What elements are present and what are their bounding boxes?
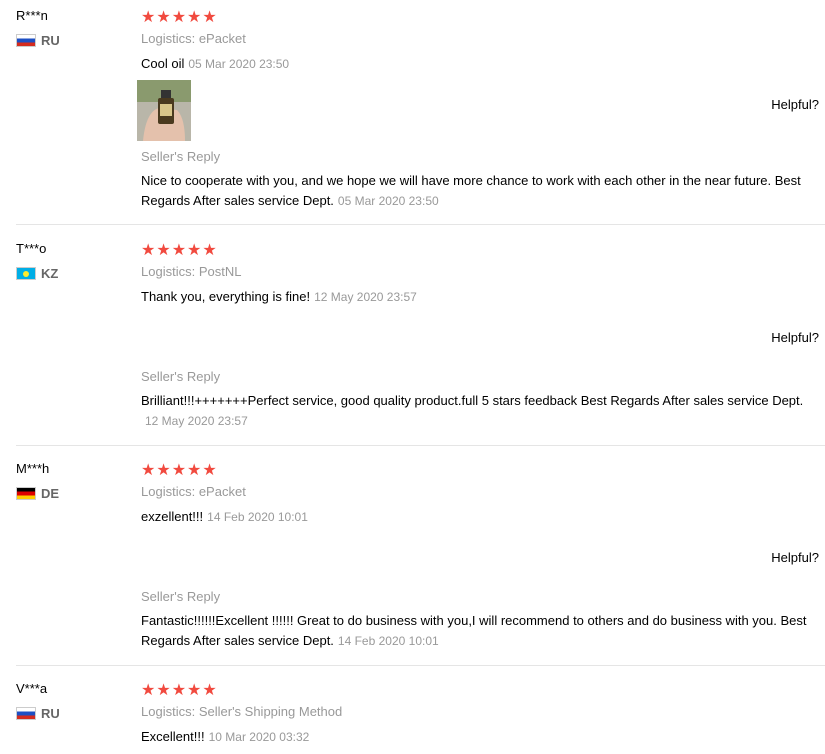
star-icon: ★ [156,462,171,479]
logistics-label: Logistics: [141,484,196,499]
logistics-info: Logistics: Seller's Shipping Method [141,704,342,719]
star-icon: ★ [156,682,171,699]
reply-date: 14 Feb 2020 10:01 [337,634,439,648]
russia-flag-icon [16,34,36,47]
logistics-method: ePacket [198,31,246,46]
reviewer-country: RU [16,706,60,721]
logistics-info: Logistics: ePacket [141,31,246,46]
star-icon: ★ [156,9,171,26]
star-icon: ★ [202,242,217,259]
divider [16,445,825,446]
star-icon: ★ [202,9,217,26]
reviewer-country: RU [16,33,60,48]
reviewer-name: M***h [16,461,50,476]
star-icon: ★ [156,242,171,259]
review-date: 14 Feb 2020 10:01 [207,510,308,524]
reviewer-name: R***n [16,8,48,23]
star-icon: ★ [202,462,217,479]
country-code: DE [41,486,60,501]
seller-reply-text: Nice to cooperate with you, and we hope … [141,173,801,208]
logistics-label: Logistics: [141,31,196,46]
country-code: KZ [41,266,59,281]
helpful-button[interactable]: Helpful? [771,330,819,345]
review-text: Excellent!!! 10 Mar 2020 03:32 [141,729,310,744]
review-date: 12 May 2020 23:57 [314,290,417,304]
star-rating: ★★★★★ [141,680,218,700]
review-item: V***a RU ★★★★★ Logistics: Seller's Shipp… [0,673,825,754]
star-rating: ★★★★★ [141,460,218,480]
logistics-method: PostNL [198,264,242,279]
star-rating: ★★★★★ [141,7,218,27]
logistics-info: Logistics: PostNL [141,264,241,279]
helpful-button[interactable]: Helpful? [771,97,819,112]
review-text: Cool oil 05 Mar 2020 23:50 [141,56,290,71]
seller-reply-text: Fantastic!!!!!!Excellent !!!!!! Great to… [141,613,807,648]
star-icon: ★ [171,462,187,479]
star-icon: ★ [171,9,187,26]
germany-flag-icon [16,487,36,500]
review-text: Thank you, everything is fine! 12 May 202… [141,289,417,304]
star-icon: ★ [141,242,156,259]
reviewer-name: V***a [16,681,48,696]
logistics-label: Logistics: [141,704,196,719]
star-icon: ★ [141,9,156,26]
reviewer-country: KZ [16,266,58,281]
review-date: 10 Mar 2020 03:32 [208,730,310,744]
reply-date: 12 May 2020 23:57 [145,414,248,428]
logistics-label: Logistics: [141,264,196,279]
review-date: 05 Mar 2020 23:50 [188,57,290,71]
review-item: T***o KZ ★★★★★ Logistics: PostNL Thank y… [0,233,825,446]
review-photo-thumbnail[interactable] [137,80,191,141]
review-text: exzellent!!! 14 Feb 2020 10:01 [141,509,308,524]
reply-date: 05 Mar 2020 23:50 [337,194,439,208]
logistics-method: ePacket [198,484,246,499]
reviewer-name: T***o [16,241,47,256]
logistics-method: Seller's Shipping Method [198,704,343,719]
russia-flag-icon [16,707,36,720]
review-item: M***h DE ★★★★★ Logistics: ePacket exzell… [0,453,825,666]
divider [16,665,825,666]
star-icon: ★ [187,682,202,699]
seller-reply-label: Seller's Reply [141,589,221,604]
divider [16,224,825,225]
helpful-button[interactable]: Helpful? [771,550,819,565]
review-item: R***n RU ★★★★★ Logistics: ePacket Cool o… [0,0,825,225]
seller-reply-label: Seller's Reply [141,369,221,384]
star-icon: ★ [171,242,187,259]
country-code: RU [41,33,60,48]
star-icon: ★ [171,682,187,699]
star-icon: ★ [187,462,202,479]
logistics-info: Logistics: ePacket [141,484,246,499]
star-icon: ★ [187,242,202,259]
star-icon: ★ [187,9,202,26]
country-code: RU [41,706,60,721]
star-icon: ★ [141,682,156,699]
seller-reply-text: Brilliant!!!+++++++Perfect service, good… [141,393,804,428]
reviewer-country: DE [16,486,59,501]
kazakhstan-flag-icon [16,267,36,280]
star-icon: ★ [141,462,156,479]
star-icon: ★ [202,682,217,699]
star-rating: ★★★★★ [141,240,218,260]
seller-reply-label: Seller's Reply [141,149,221,164]
